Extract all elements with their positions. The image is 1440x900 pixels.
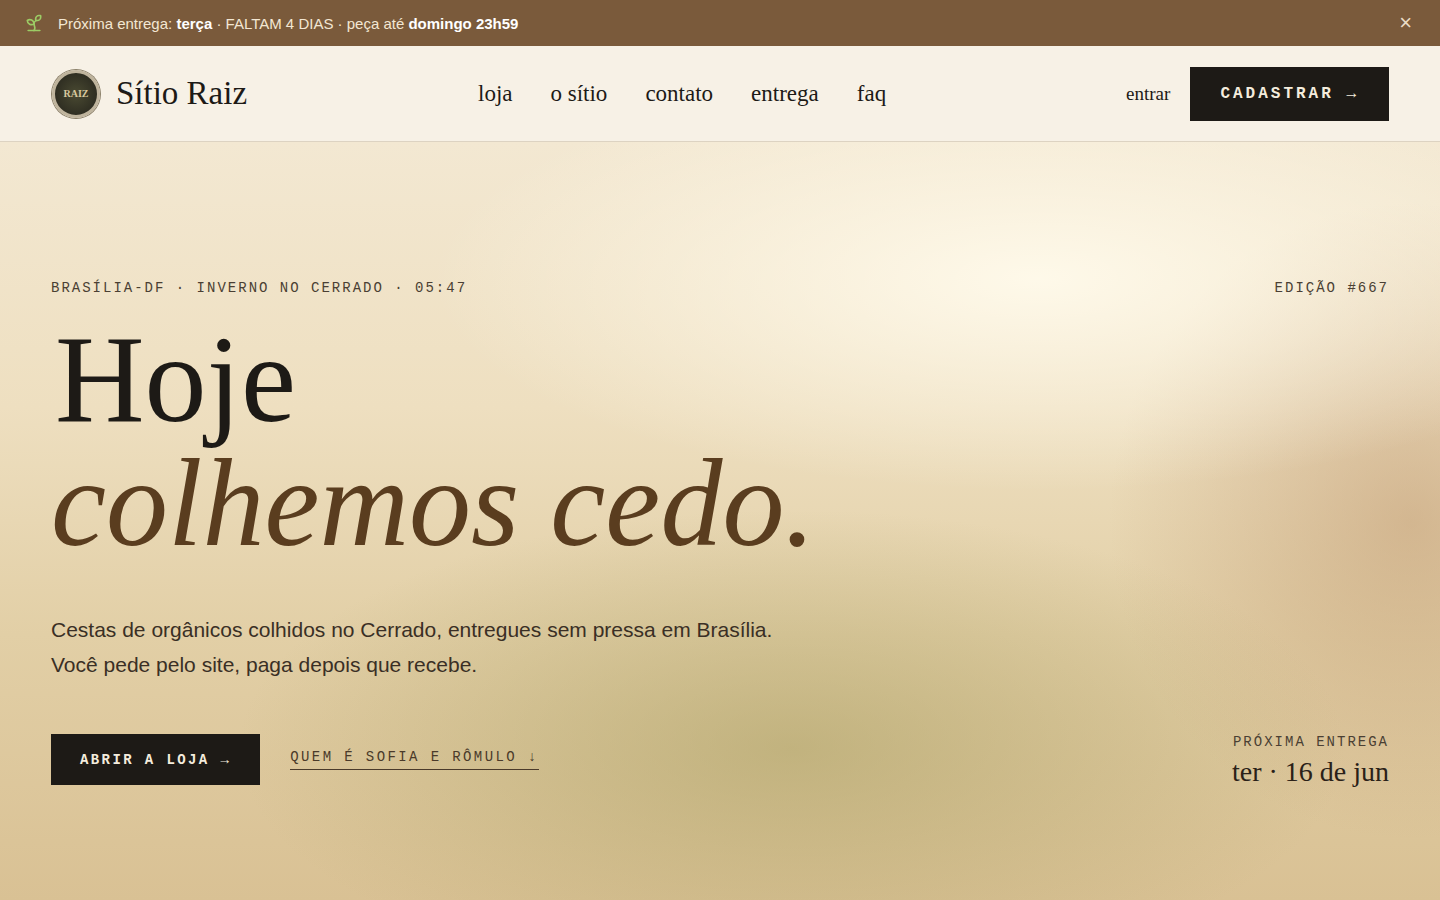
cta-group: ABRIR A LOJA → QUEM É SOFIA E RÔMULO ↓: [51, 734, 539, 785]
brand-name: Sítio Raiz: [116, 75, 247, 112]
nav-link[interactable]: faq: [857, 81, 886, 107]
nav-link[interactable]: entrega: [751, 81, 819, 107]
nav-link[interactable]: o sítio: [551, 81, 608, 107]
headline-line: colhemos cedo.: [51, 442, 1389, 566]
announcement-segment: · FALTAM 4 DIAS · peça até: [212, 15, 408, 32]
nav-link[interactable]: contato: [645, 81, 713, 107]
lead-line: Cestas de orgânicos colhidos no Cerrado,…: [51, 612, 1389, 647]
nav-link[interactable]: loja: [478, 81, 513, 107]
logo: RAIZ: [52, 70, 100, 118]
next-delivery-date: ter · 16 de jun: [1232, 756, 1389, 788]
hero-actions: ABRIR A LOJA → QUEM É SOFIA E RÔMULO ↓ PRÓ…: [51, 734, 1389, 788]
announcement-bar: Próxima entrega: terça · FALTAM 4 DIAS ·…: [0, 0, 1440, 46]
sprout-icon: [24, 13, 44, 33]
open-shop-button[interactable]: ABRIR A LOJA →: [51, 734, 260, 785]
about-link[interactable]: QUEM É SOFIA E RÔMULO ↓: [290, 749, 538, 770]
brand[interactable]: RAIZ Sítio Raiz: [52, 70, 478, 118]
header-actions: entrar CADASTRAR →: [1126, 67, 1389, 121]
hero: BRASÍLIA-DF · INVERNO NO CERRADO · 05:47…: [0, 142, 1440, 900]
hero-kicker: BRASÍLIA-DF · INVERNO NO CERRADO · 05:47: [51, 280, 467, 296]
site-header: RAIZ Sítio Raiz loja o sítio contato entrega f…: [0, 46, 1440, 142]
announcement-segment: domingo 23h59: [408, 15, 518, 32]
main-nav: loja o sítio contato entrega faq: [478, 81, 1126, 107]
headline-line: Hoje: [55, 318, 1389, 442]
page: Próxima entrega: terça · FALTAM 4 DIAS ·…: [0, 0, 1440, 900]
signup-button[interactable]: CADASTRAR →: [1190, 67, 1389, 121]
announcement-segment: terça: [176, 15, 212, 32]
announcement-text: Próxima entrega: terça · FALTAM 4 DIAS ·…: [58, 15, 1381, 32]
hero-lead: Cestas de orgânicos colhidos no Cerrado,…: [51, 612, 1389, 682]
lead-line: Você pede pelo site, paga depois que rec…: [51, 647, 1389, 682]
announcement-segment: Próxima entrega:: [58, 15, 176, 32]
hero-meta: BRASÍLIA-DF · INVERNO NO CERRADO · 05:47…: [51, 280, 1389, 296]
next-delivery-label: PRÓXIMA ENTREGA: [1233, 734, 1389, 750]
headline: Hojecolhemos cedo.: [51, 318, 1389, 566]
edition-label: EDIÇÃO #667: [1275, 280, 1389, 296]
close-button[interactable]: ×: [1395, 10, 1416, 36]
next-delivery: PRÓXIMA ENTREGA ter · 16 de jun: [1232, 734, 1389, 788]
login-link[interactable]: entrar: [1126, 83, 1170, 105]
